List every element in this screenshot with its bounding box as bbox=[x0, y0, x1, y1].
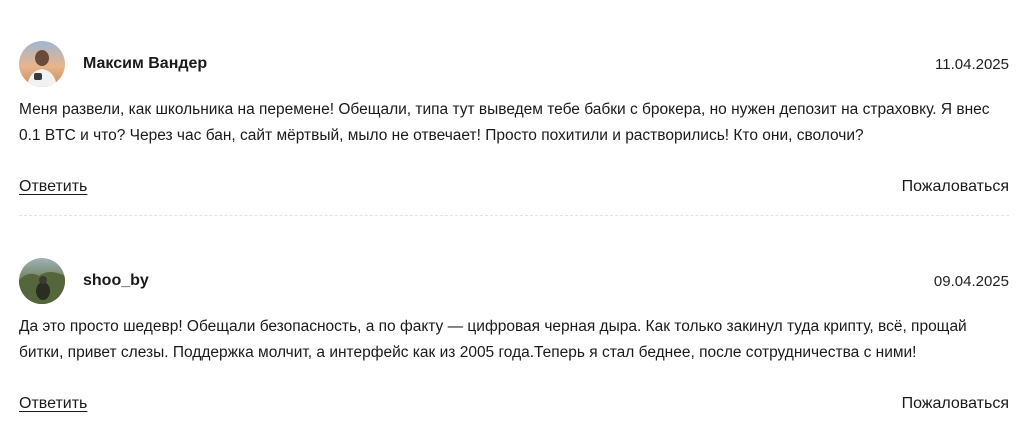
comment-date: 11.04.2025 bbox=[935, 56, 1009, 73]
comment-actions: Ответить Пожаловаться bbox=[19, 393, 1009, 415]
avatar-photo bbox=[19, 258, 65, 304]
comment-header: Максим Вандер 11.04.2025 bbox=[19, 41, 1009, 87]
comment-actions: Ответить Пожаловаться bbox=[19, 176, 1009, 198]
comment-header: shoo_by 09.04.2025 bbox=[19, 258, 1009, 304]
divider bbox=[19, 215, 1009, 216]
comment-item: shoo_by 09.04.2025 Да это просто шедевр!… bbox=[19, 217, 1009, 425]
comments-list: Максим Вандер 11.04.2025 Меня развели, к… bbox=[19, 0, 1009, 425]
comment-item: Максим Вандер 11.04.2025 Меня развели, к… bbox=[19, 0, 1009, 217]
reply-link[interactable]: Ответить bbox=[19, 176, 87, 198]
comment-author: shoo_by bbox=[83, 272, 149, 289]
comment-author: Максим Вандер bbox=[83, 55, 208, 72]
comment-text: Меня развели, как школьника на перемене!… bbox=[19, 101, 990, 144]
comment-date: 09.04.2025 bbox=[933, 273, 1009, 290]
avatar[interactable] bbox=[19, 41, 65, 87]
report-link[interactable]: Пожаловаться bbox=[902, 176, 1009, 198]
comment-text: Да это просто шедевр! Обещали безопаснос… bbox=[19, 318, 967, 361]
avatar-photo bbox=[19, 41, 65, 87]
reply-link[interactable]: Ответить bbox=[19, 393, 87, 415]
avatar[interactable] bbox=[19, 258, 65, 304]
report-link[interactable]: Пожаловаться bbox=[902, 393, 1009, 415]
